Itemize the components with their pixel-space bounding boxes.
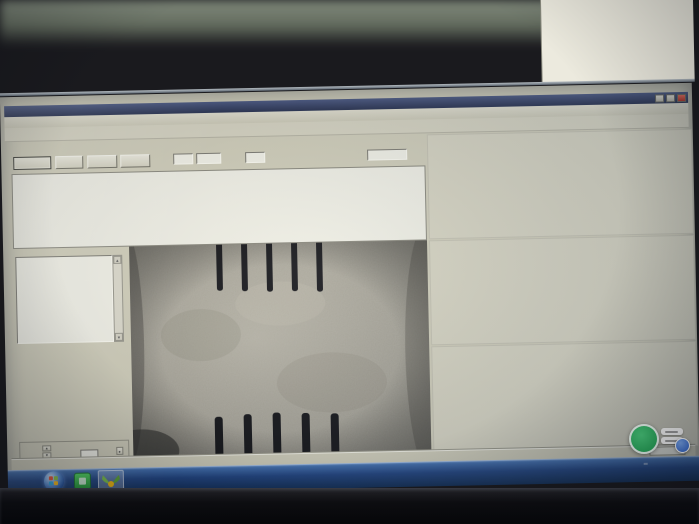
specified-size-x-field[interactable] xyxy=(173,153,193,164)
log-scrollbar[interactable]: ▲ ▼ xyxy=(112,255,124,342)
insert-below-button[interactable] xyxy=(120,154,150,168)
edit-set-button[interactable] xyxy=(13,156,51,170)
floating-bubble-icon[interactable] xyxy=(675,438,690,453)
start-flag-red xyxy=(49,476,53,480)
system-tray xyxy=(644,463,648,465)
force-time-chart xyxy=(427,129,694,240)
ime-indicator[interactable] xyxy=(644,463,648,465)
test-sequence-table xyxy=(11,165,426,249)
battery-overlay-badge[interactable] xyxy=(629,424,659,454)
scroll-down-icon[interactable]: ▼ xyxy=(115,333,123,341)
maximize-button[interactable] xyxy=(666,94,675,102)
insert-above-button[interactable] xyxy=(87,155,117,169)
minimize-button[interactable] xyxy=(655,94,664,102)
clock-time xyxy=(651,460,697,461)
photo-of-monitor: ▲ ▼ ▲ ▼ ▸ xyxy=(0,0,699,524)
jog-right-button[interactable]: ▸ xyxy=(116,447,123,455)
start-flag-yellow xyxy=(54,481,58,485)
overlay-pill-1 xyxy=(661,428,683,435)
camera-specimen-view xyxy=(129,240,431,456)
taskbar-clock[interactable] xyxy=(651,460,697,461)
delete-button[interactable] xyxy=(55,156,83,170)
jog-up-button[interactable]: ▲ xyxy=(42,445,51,451)
start-flag-green xyxy=(54,476,58,480)
est-time-remaining-value xyxy=(367,149,407,161)
close-button[interactable] xyxy=(677,93,686,101)
upper-chart xyxy=(543,0,694,80)
readout-panel xyxy=(17,349,133,441)
monitor-bezel xyxy=(0,488,699,524)
scroll-up-icon[interactable]: ▲ xyxy=(113,256,121,264)
displacement-time-chart xyxy=(429,235,696,346)
status-log xyxy=(15,255,114,344)
upper-screen-chart-panel xyxy=(540,0,695,82)
clock-date xyxy=(651,460,697,461)
start-flag-blue xyxy=(49,481,53,485)
temperature-setpoint-field[interactable] xyxy=(245,152,265,163)
green-app-glyph xyxy=(79,478,86,485)
specified-size-y-field[interactable] xyxy=(196,153,221,165)
pill-text-smudge xyxy=(665,431,678,433)
